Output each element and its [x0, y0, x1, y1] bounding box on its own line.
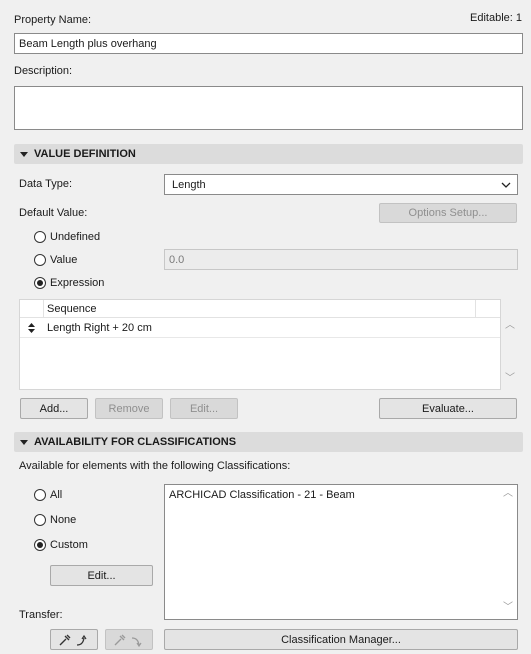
scroll-down-icon[interactable]: ﹀ [505, 374, 515, 384]
data-type-value: Length [172, 178, 206, 191]
radio-none-label: None [50, 514, 77, 526]
collapse-triangle-icon [20, 439, 28, 445]
radio-undefined-label: Undefined [50, 231, 101, 243]
sequence-column-header[interactable]: Sequence [47, 303, 97, 315]
property-name-value: Beam Length plus overhang [19, 37, 157, 50]
radio-circle [34, 231, 46, 243]
default-value-label: Default Value: [19, 207, 88, 219]
value-definition-title: VALUE DEFINITION [34, 148, 136, 160]
eyedropper-inject-button[interactable] [105, 629, 153, 650]
radio-value[interactable]: Value [34, 254, 77, 266]
radio-none[interactable]: None [34, 514, 76, 526]
value-field[interactable]: 0.0 [164, 249, 518, 270]
expression-table: Sequence Length Right + 20 cm [19, 299, 501, 390]
table-row-text: Length Right + 20 cm [47, 322, 152, 334]
radio-selected-dot [37, 280, 43, 286]
edit-classifications-button[interactable]: Edit... [50, 565, 153, 586]
options-setup-button[interactable]: Options Setup... [379, 203, 517, 223]
scroll-down-icon[interactable]: ﹀ [503, 603, 513, 613]
availability-title: AVAILABILITY FOR CLASSIFICATIONS [34, 436, 237, 448]
editable-label: Editable: 1 [470, 12, 522, 24]
data-type-select[interactable]: Length [164, 174, 518, 195]
table-header-divider [43, 300, 44, 318]
classification-list[interactable]: ARCHICAD Classification - 21 - Beam ︿ ﹀ [164, 484, 518, 620]
transfer-label: Transfer: [19, 609, 63, 621]
radio-circle [34, 539, 46, 551]
value-definition-header[interactable]: VALUE DEFINITION [14, 144, 523, 164]
radio-custom-label: Custom [50, 539, 88, 551]
classification-manager-button[interactable]: Classification Manager... [164, 629, 518, 650]
radio-circle [34, 277, 46, 289]
availability-description: Available for elements with the followin… [19, 460, 291, 472]
radio-undefined[interactable]: Undefined [34, 231, 100, 243]
drag-handle-icon[interactable] [28, 323, 35, 333]
table-row[interactable]: Length Right + 20 cm [20, 319, 500, 338]
add-button[interactable]: Add... [20, 398, 88, 419]
collapse-triangle-icon [20, 151, 28, 157]
radio-circle [34, 489, 46, 501]
description-field[interactable] [14, 86, 523, 130]
description-label: Description: [14, 65, 73, 77]
property-name-label: Property Name: [14, 14, 92, 26]
radio-value-label: Value [50, 254, 78, 266]
availability-header[interactable]: AVAILABILITY FOR CLASSIFICATIONS [14, 432, 523, 452]
property-name-field[interactable]: Beam Length plus overhang [14, 33, 523, 54]
radio-all[interactable]: All [34, 489, 62, 501]
data-type-label: Data Type: [19, 178, 72, 190]
table-header: Sequence [20, 300, 500, 318]
eyedropper-get-icon [59, 634, 87, 646]
radio-expression-label: Expression [50, 277, 105, 289]
scroll-up-icon[interactable]: ︿ [503, 489, 513, 499]
chevron-down-icon [501, 182, 511, 188]
radio-all-label: All [50, 489, 63, 501]
radio-selected-dot [37, 542, 43, 548]
value-field-text: 0.0 [169, 253, 185, 266]
eyedropper-inject-icon [114, 634, 142, 647]
table-header-divider [475, 300, 476, 318]
eyedropper-get-button[interactable] [50, 629, 98, 650]
radio-circle [34, 514, 46, 526]
radio-expression[interactable]: Expression [34, 277, 104, 289]
scroll-up-icon[interactable]: ︿ [505, 321, 515, 331]
remove-button[interactable]: Remove [95, 398, 163, 419]
evaluate-button[interactable]: Evaluate... [379, 398, 517, 419]
list-item[interactable]: ARCHICAD Classification - 21 - Beam [169, 489, 355, 501]
radio-custom[interactable]: Custom [34, 539, 88, 551]
edit-expression-button[interactable]: Edit... [170, 398, 238, 419]
radio-circle [34, 254, 46, 266]
